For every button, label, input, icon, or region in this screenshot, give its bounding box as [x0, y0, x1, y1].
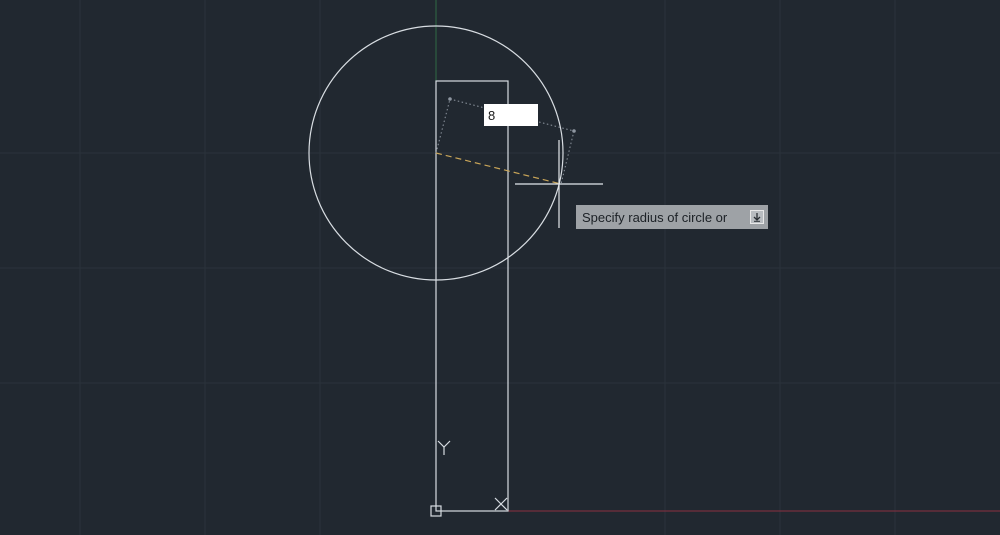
command-prompt-tooltip: Specify radius of circle or: [576, 205, 768, 229]
dimension-tick-end: [572, 129, 576, 133]
dynamic-input-field[interactable]: [484, 104, 538, 126]
drawing-grid: [0, 0, 1000, 535]
radius-rubber-band-line: [435, 152, 562, 185]
down-arrow-icon[interactable]: [750, 210, 764, 224]
down-arrow-glyph: [753, 213, 761, 222]
ucs-icon: [430, 440, 508, 517]
drawing-canvas[interactable]: [0, 0, 1000, 535]
dimension-tick-start: [448, 97, 452, 101]
rectangle-object[interactable]: [435, 80, 509, 512]
ucs-y-marker: [437, 440, 451, 448]
tooltip-prompt-text: Specify radius of circle or: [582, 209, 728, 225]
